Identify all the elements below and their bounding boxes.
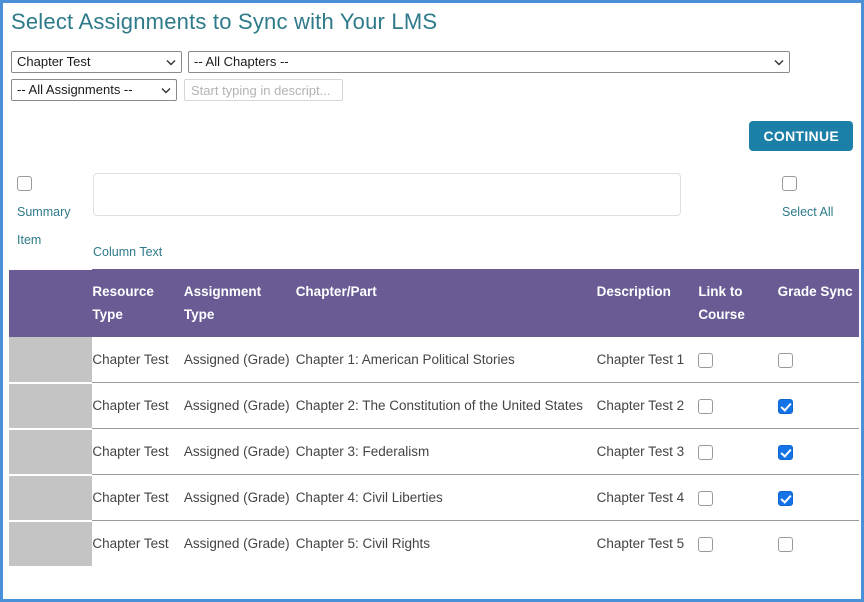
grade-sync-checkbox[interactable] (777, 490, 793, 506)
resource-type-select[interactable]: Chapter Test (11, 51, 182, 73)
select-all-label: Select All (782, 205, 834, 219)
cell-description: Chapter Test 4 (596, 474, 699, 521)
select-all-column: Select All (782, 175, 852, 220)
cell-description: Chapter Test 1 (596, 337, 699, 383)
link-to-course-checkbox[interactable] (698, 490, 714, 506)
link-to-course-checkbox[interactable] (698, 536, 714, 552)
link-to-course-checkbox[interactable] (698, 444, 714, 460)
chevron-down-icon (166, 58, 176, 67)
cell-assignment-type: Assigned (Grade) (183, 382, 296, 429)
page-title: Select Assignments to Sync with Your LMS (11, 9, 438, 34)
link-to-course-checkbox[interactable] (698, 352, 714, 368)
cell-chapter-part: Chapter 2: The Constitution of the Unite… (295, 382, 597, 429)
cell-assignment-type: Assigned (Grade) (183, 520, 296, 566)
assignment-select-value: -- All Assignments -- (17, 82, 133, 97)
table-row[interactable]: Chapter Test Assigned (Grade) Chapter 5: C… (9, 519, 859, 566)
table-header-assignment-type: Assignment Type (183, 269, 296, 337)
table-header-row: Resource Type Assignment Type Chapter/Pa… (9, 268, 859, 337)
cell-assignment-type: Assigned (Grade) (183, 428, 296, 475)
row-spacer-cell (9, 427, 93, 475)
table-header-description: Description (596, 269, 699, 337)
chevron-down-icon (774, 58, 784, 67)
grade-sync-checkbox-cell (777, 474, 859, 521)
cell-description: Chapter Test 2 (596, 382, 699, 429)
cell-resource-type: Chapter Test (92, 382, 184, 429)
lms-sync-page: Select Assignments to Sync with Your LMS… (0, 0, 864, 602)
link-to-course-checkbox[interactable] (698, 398, 714, 414)
column-text-input[interactable] (93, 173, 681, 216)
summary-item-label-line1: Summary (17, 205, 71, 219)
summary-item-column: Summary Item (17, 175, 87, 248)
table-header-resource-type: Resource Type (92, 269, 184, 337)
summary-item-checkbox[interactable] (17, 176, 32, 192)
cell-chapter-part: Chapter 4: Civil Liberties (295, 474, 597, 521)
chapter-select[interactable]: -- All Chapters -- (188, 51, 790, 73)
link-to-course-checkbox-cell (698, 382, 778, 429)
link-to-course-checkbox-cell (698, 474, 778, 521)
cell-chapter-part: Chapter 5: Civil Rights (295, 520, 597, 566)
cell-description: Chapter Test 3 (596, 428, 699, 475)
table-row[interactable]: Chapter Test Assigned (Grade) Chapter 2: T… (9, 381, 859, 429)
row-spacer-cell (9, 337, 93, 383)
resource-type-select-value: Chapter Test (17, 54, 91, 69)
grade-sync-checkbox-cell (777, 382, 859, 429)
grade-sync-checkbox-cell (777, 428, 859, 475)
grade-sync-checkbox-cell (777, 337, 859, 383)
table-header-link-to-course: Link to Course (698, 269, 778, 337)
assignment-select[interactable]: -- All Assignments -- (11, 79, 177, 101)
link-to-course-checkbox-cell (698, 520, 778, 566)
row-spacer-cell (9, 519, 93, 566)
table-header-chapter-part: Chapter/Part (295, 269, 597, 337)
table-row[interactable]: Chapter Test Assigned (Grade) Chapter 1: A… (9, 337, 859, 383)
assignments-table: Resource Type Assignment Type Chapter/Pa… (9, 268, 859, 566)
cell-chapter-part: Chapter 3: Federalism (295, 428, 597, 475)
grade-sync-checkbox[interactable] (777, 536, 793, 552)
chapter-select-value: -- All Chapters -- (194, 54, 289, 69)
grade-sync-checkbox-cell (777, 520, 859, 566)
row-spacer-cell (9, 473, 93, 521)
cell-resource-type: Chapter Test (92, 520, 184, 566)
link-to-course-checkbox-cell (698, 337, 778, 383)
summary-item-label-line2: Item (17, 233, 42, 247)
cell-resource-type: Chapter Test (92, 428, 184, 475)
table-body: Chapter Test Assigned (Grade) Chapter 1: A… (9, 337, 859, 566)
link-to-course-checkbox-cell (698, 428, 778, 475)
cell-assignment-type: Assigned (Grade) (183, 474, 296, 521)
grade-sync-checkbox[interactable] (777, 352, 793, 368)
table-header-grade-sync: Grade Sync (777, 269, 859, 337)
cell-description: Chapter Test 5 (596, 520, 699, 566)
select-all-checkbox[interactable] (782, 176, 797, 192)
grade-sync-checkbox[interactable] (777, 398, 793, 414)
cell-resource-type: Chapter Test (92, 337, 184, 383)
grade-sync-checkbox[interactable] (777, 444, 793, 460)
table-row[interactable]: Chapter Test Assigned (Grade) Chapter 3: F… (9, 427, 859, 475)
continue-button[interactable]: CONTINUE (749, 121, 853, 151)
chevron-down-icon (161, 86, 171, 95)
cell-assignment-type: Assigned (Grade) (183, 337, 296, 383)
table-header-spacer (9, 268, 93, 337)
column-text-label: Column Text (93, 245, 163, 259)
cell-chapter-part: Chapter 1: American Political Stories (295, 337, 597, 383)
table-row[interactable]: Chapter Test Assigned (Grade) Chapter 4: C… (9, 473, 859, 521)
description-search-input[interactable] (184, 79, 343, 101)
row-spacer-cell (9, 381, 93, 429)
cell-resource-type: Chapter Test (92, 474, 184, 521)
